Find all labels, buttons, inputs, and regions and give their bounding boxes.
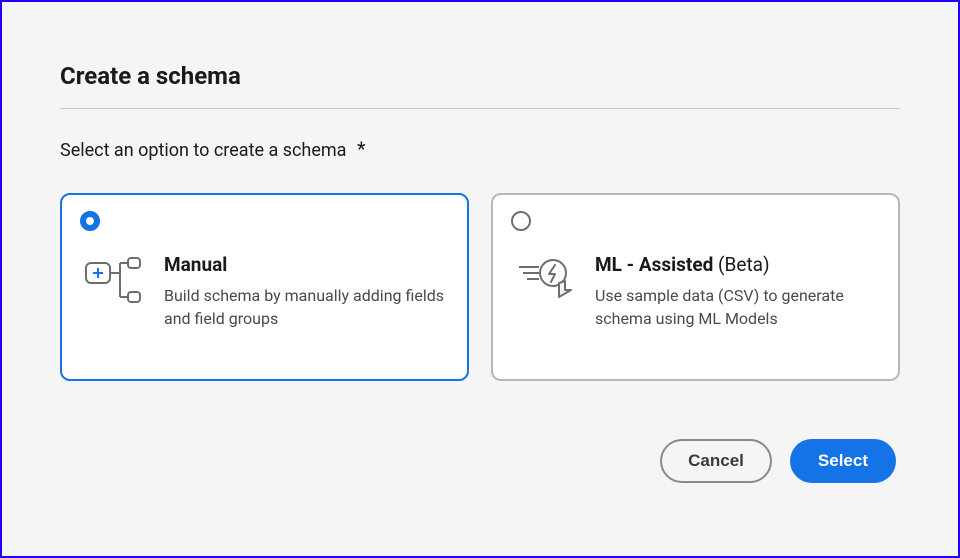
radio-manual[interactable] [80,211,100,231]
option-title-ml: ML - Assisted (Beta) [595,253,876,278]
option-card-manual[interactable]: Manual Build schema by manually adding f… [60,193,469,381]
options-group: Manual Build schema by manually adding f… [60,193,900,381]
card-text: Manual Build schema by manually adding f… [164,253,445,330]
card-body: Manual Build schema by manually adding f… [80,253,449,330]
card-body: ML - Assisted (Beta) Use sample data (CS… [511,253,880,330]
subtitle-text: Select an option to create a schema [60,140,346,161]
dialog-title: Create a schema [60,62,900,90]
title-text: Manual [164,253,227,276]
radio-ml-assisted[interactable] [511,211,531,231]
title-badge: (Beta) [718,253,770,276]
title-bold: ML - Assisted [595,253,713,276]
option-title-manual: Manual [164,253,445,278]
create-schema-dialog: Create a schema Select an option to crea… [16,12,944,513]
cancel-button[interactable]: Cancel [660,439,772,483]
required-asterisk: * [357,137,366,161]
ml-assisted-icon [515,253,577,303]
card-text: ML - Assisted (Beta) Use sample data (CS… [595,253,876,330]
dialog-footer: Cancel Select [60,439,900,483]
option-desc-manual: Build schema by manually adding fields a… [164,284,445,330]
option-desc-ml: Use sample data (CSV) to generate schema… [595,284,876,330]
manual-schema-icon [84,253,146,309]
divider [60,108,900,109]
dialog-subtitle: Select an option to create a schema * [60,137,900,161]
option-card-ml-assisted[interactable]: ML - Assisted (Beta) Use sample data (CS… [491,193,900,381]
select-button[interactable]: Select [790,439,896,483]
